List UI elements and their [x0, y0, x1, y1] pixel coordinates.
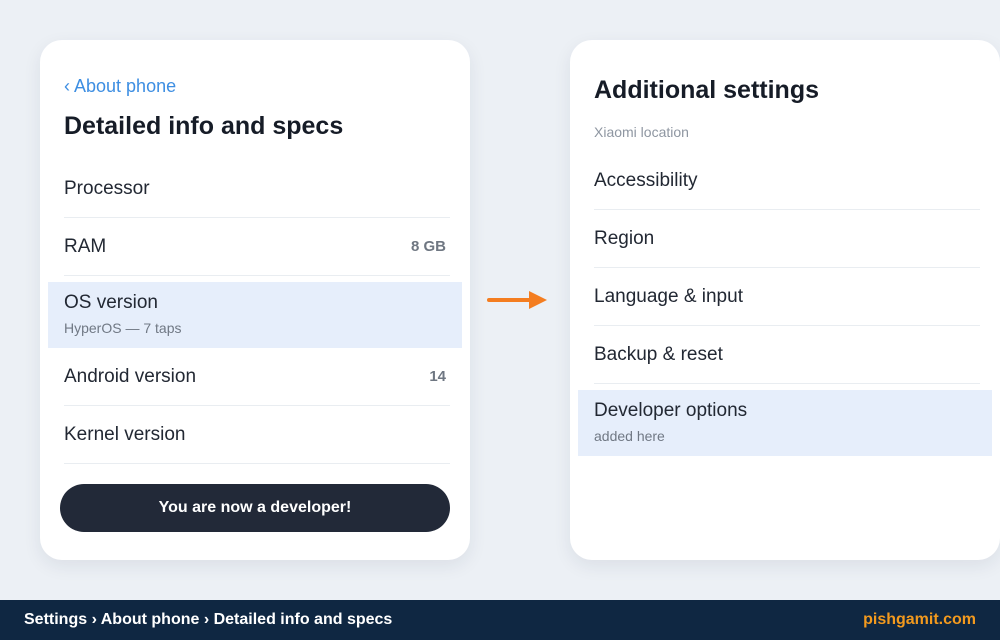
section-subheader: Xiaomi location: [594, 124, 689, 140]
settings-list: Accessibility Region Language & input Ba…: [570, 152, 1000, 456]
list-item-kernel-version[interactable]: Kernel version: [64, 406, 450, 464]
list-item-region[interactable]: Region: [594, 210, 980, 268]
list-item-label: OS version: [64, 292, 158, 313]
list-item-developer-options[interactable]: Developer options added here: [578, 390, 992, 456]
list-item-label: Language & input: [594, 286, 743, 307]
list-item-label: Kernel version: [64, 424, 186, 445]
list-item-android-version[interactable]: Android version 14: [64, 348, 450, 406]
list-item-label: Backup & reset: [594, 344, 723, 365]
list-item-label: Accessibility: [594, 170, 698, 191]
detailed-info-panel: ‹ About phone Detailed info and specs Pr…: [40, 40, 470, 560]
specs-list: Processor RAM 8 GB OS version HyperOS — …: [40, 160, 470, 464]
list-item-language-input[interactable]: Language & input: [594, 268, 980, 326]
list-item-processor[interactable]: Processor: [64, 160, 450, 218]
back-to-about-phone-link[interactable]: ‹ About phone: [64, 76, 176, 97]
page-title: Additional settings: [594, 76, 819, 104]
breadcrumb: Settings › About phone › Detailed info a…: [24, 611, 393, 628]
additional-settings-panel: Additional settings Xiaomi location Acce…: [570, 40, 1000, 560]
list-item-value: 14: [429, 368, 446, 385]
developer-toast-button[interactable]: You are now a developer!: [60, 484, 450, 532]
list-item-label: Processor: [64, 178, 150, 199]
list-item-label: Developer options: [594, 400, 748, 421]
brand-label: pishgamit.com: [863, 611, 976, 628]
list-item-hint: HyperOS — 7 taps: [64, 320, 182, 336]
list-item-label: Android version: [64, 366, 197, 387]
list-item-label: Region: [594, 228, 655, 249]
footer-bar: Settings › About phone › Detailed info a…: [0, 600, 1000, 640]
arrow-right-icon: [487, 291, 547, 309]
list-item-ram[interactable]: RAM 8 GB: [64, 218, 450, 276]
list-item-accessibility[interactable]: Accessibility: [594, 152, 980, 210]
page-title: Detailed info and specs: [64, 112, 344, 140]
list-item-value: 8 GB: [410, 238, 446, 255]
list-item-backup-reset[interactable]: Backup & reset: [594, 326, 980, 384]
list-item-hint: added here: [594, 428, 665, 444]
list-item-label: RAM: [64, 236, 107, 257]
list-item-os-version[interactable]: OS version HyperOS — 7 taps: [48, 282, 462, 348]
